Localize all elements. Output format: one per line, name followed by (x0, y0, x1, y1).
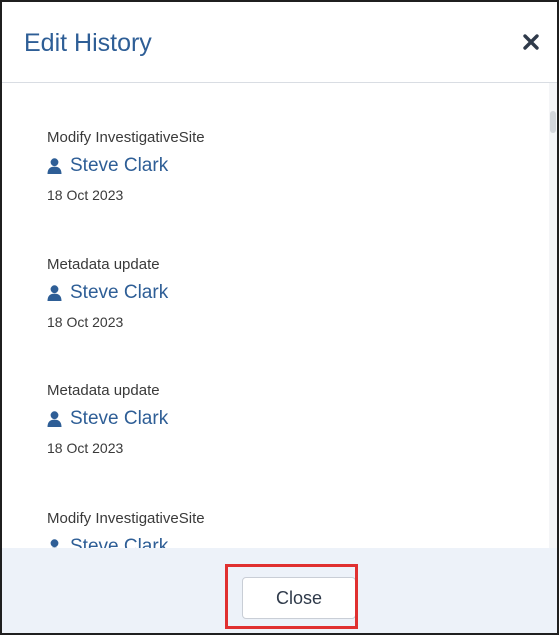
history-user-name: Steve Clark (70, 155, 169, 176)
user-icon (47, 285, 62, 301)
history-action: Modify InvestigativeSite (47, 510, 205, 527)
dialog-title: Edit History (24, 29, 152, 57)
scrollbar[interactable] (549, 83, 557, 548)
history-entry: Modify InvestigativeSite Steve Clark (47, 509, 205, 548)
history-action: Metadata update (47, 382, 160, 399)
edit-history-dialog: Edit History Modify InvestigativeSite St… (0, 0, 559, 635)
history-entry: Metadata update Steve Clark 18 Oct 2023 (47, 255, 168, 331)
history-user-link[interactable]: Steve Clark (47, 407, 168, 431)
history-user-name: Steve Clark (70, 408, 169, 429)
history-user-link[interactable]: Steve Clark (47, 281, 168, 305)
history-action: Modify InvestigativeSite (47, 129, 205, 146)
user-icon (47, 158, 62, 174)
history-user-link[interactable]: Steve Clark (47, 154, 205, 178)
user-icon (47, 411, 62, 427)
history-user-link[interactable]: Steve Clark (47, 535, 205, 548)
close-x-icon[interactable] (521, 32, 541, 52)
history-entry: Metadata update Steve Clark 18 Oct 2023 (47, 381, 168, 457)
history-user-name: Steve Clark (70, 536, 169, 548)
dialog-header: Edit History (2, 2, 557, 83)
history-list[interactable]: Modify InvestigativeSite Steve Clark 18 … (2, 83, 557, 548)
history-date: 18 Oct 2023 (47, 187, 124, 203)
history-entry: Modify InvestigativeSite Steve Clark 18 … (47, 128, 205, 204)
history-date: 18 Oct 2023 (47, 440, 124, 456)
user-icon (47, 539, 62, 548)
history-date: 18 Oct 2023 (47, 314, 124, 330)
history-user-name: Steve Clark (70, 282, 169, 303)
dialog-footer: Close (2, 548, 557, 633)
close-button[interactable]: Close (242, 577, 356, 619)
scrollbar-thumb[interactable] (550, 111, 556, 133)
history-action: Metadata update (47, 256, 160, 273)
